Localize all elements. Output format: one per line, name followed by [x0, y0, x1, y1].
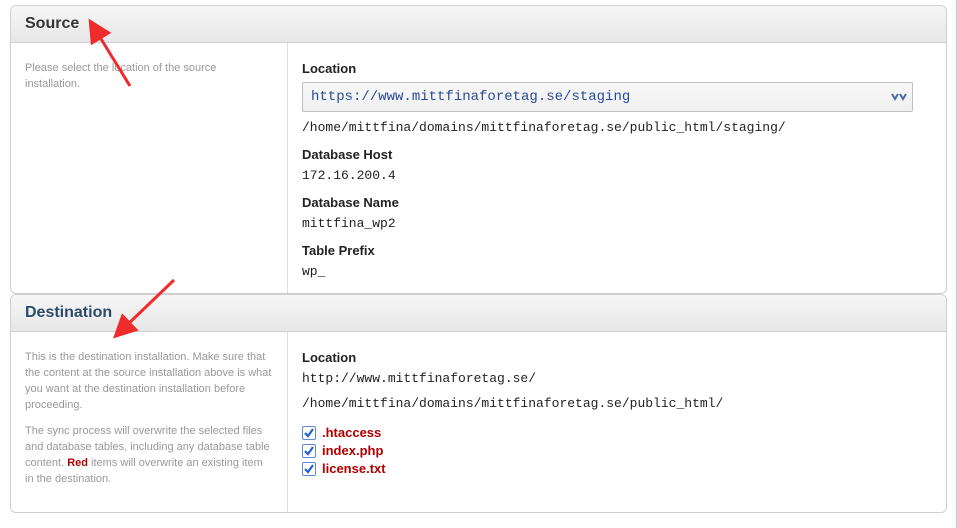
destination-location-label: Location — [302, 350, 932, 365]
file-checkbox[interactable] — [302, 462, 316, 476]
destination-location-path: /home/mittfina/domains/mittfinaforetag.s… — [302, 396, 932, 411]
source-tableprefix-value: wp_ — [302, 264, 932, 279]
destination-main: Location http://www.mittfinaforetag.se/ … — [288, 332, 946, 512]
source-main: Location https://www.mittfinaforetag.se/… — [288, 43, 946, 293]
file-name: license.txt — [322, 461, 386, 476]
file-row: license.txt — [302, 461, 932, 476]
source-help-sidebar: Please select the location of the source… — [11, 43, 288, 293]
destination-header: Destination — [11, 295, 946, 332]
source-dbname-value: mittfina_wp2 — [302, 216, 932, 231]
source-dbhost-value: 172.16.200.4 — [302, 168, 932, 183]
source-dbhost-label: Database Host — [302, 147, 932, 162]
source-location-select-value: https://www.mittfinaforetag.se/staging — [311, 89, 630, 105]
file-checkbox[interactable] — [302, 426, 316, 440]
source-help-text: Please select the location of the source… — [25, 61, 273, 93]
destination-help-text-1: This is the destination installation. Ma… — [25, 350, 273, 414]
file-name: index.php — [322, 443, 383, 458]
source-location-path: /home/mittfina/domains/mittfinaforetag.s… — [302, 120, 932, 135]
red-text-indicator: Red — [67, 457, 88, 469]
source-location-label: Location — [302, 61, 932, 76]
destination-help-text-2: The sync process will overwrite the sele… — [25, 424, 273, 488]
file-name: .htaccess — [322, 425, 381, 440]
file-checkbox[interactable] — [302, 444, 316, 458]
source-location-select[interactable]: https://www.mittfinaforetag.se/staging — [302, 82, 913, 112]
file-row: index.php — [302, 443, 932, 458]
destination-section: Destination This is the destination inst… — [10, 294, 947, 513]
destination-help-sidebar: This is the destination installation. Ma… — [11, 332, 288, 512]
source-dbname-label: Database Name — [302, 195, 932, 210]
source-tableprefix-label: Table Prefix — [302, 243, 932, 258]
source-header: Source — [11, 6, 946, 43]
source-section: Source Please select the location of the… — [10, 5, 947, 294]
destination-location-url: http://www.mittfinaforetag.se/ — [302, 371, 932, 386]
destination-file-list: .htaccess index.php license.txt — [302, 425, 932, 476]
file-row: .htaccess — [302, 425, 932, 440]
